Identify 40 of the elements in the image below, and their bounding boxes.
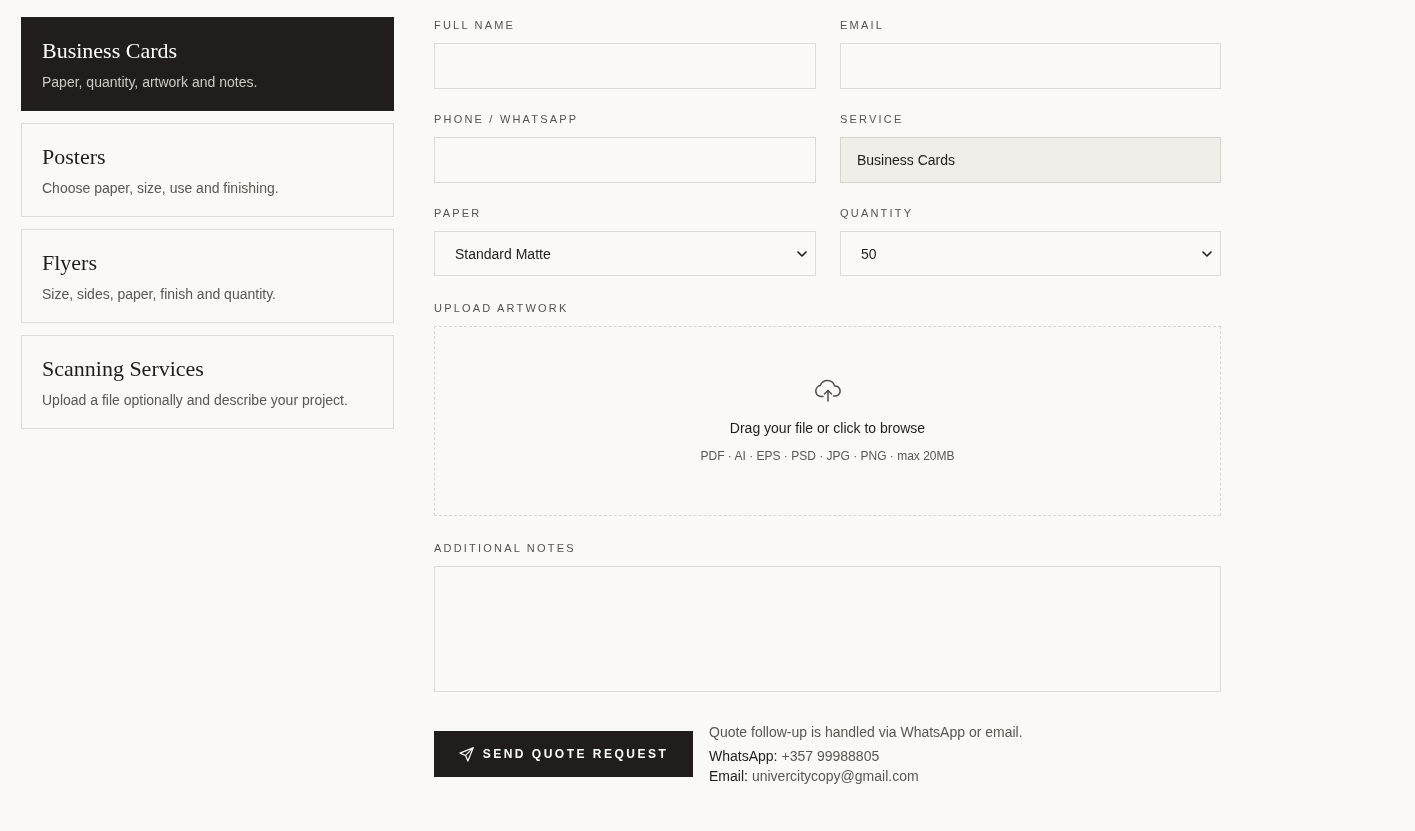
service-description: Choose paper, size, use and finishing. [42,179,280,197]
service-tab[interactable]: Scanning Services Upload a file optionally and describe your project. [21,335,394,429]
follow-up-note: Quote follow-up is handled via WhatsApp or email. [709,723,1023,742]
field-label: PAPER [434,206,483,220]
caret-icon [1202,250,1212,257]
readonly-field[interactable]: Business Cards [840,137,1221,183]
contact-label: WhatsApp: [709,747,778,766]
input-field[interactable] [840,43,1221,89]
service-tab[interactable]: Business Cards Paper, quantity, artwork and notes. [21,17,394,111]
field-label: ADDITIONAL NOTES [434,541,577,555]
service-title: Flyers [42,249,98,277]
cloud-upload-icon [813,378,842,402]
contact-label: Email: [709,767,748,786]
dropdown-field[interactable]: 50 [840,231,1221,276]
service-tab[interactable]: Flyers Size, sides, paper, finish and quantity. [21,229,394,323]
paper-plane-icon [458,746,474,762]
upload-formats: PDF · AI · EPS · PSD · JPG · PNG · max 20MB [700,448,955,464]
service-title: Scanning Services [42,355,205,383]
field-label: QUANTITY [840,206,915,220]
contact-value: univercitycopy@gmail.com [751,767,919,786]
field-label: SERVICE [840,112,905,126]
service-description: Upload a file optionally and describe your project. [42,391,349,409]
service-description: Size, sides, paper, finish and quantity. [42,285,277,303]
service-title: Posters [42,143,107,171]
upload-dropzone[interactable]: Drag your file or click to browse PDF · AI · EPS · PSD · JPG · PNG · max 20MB [434,326,1221,516]
field-label: FULL NAME [434,18,517,32]
field-label: EMAIL [840,18,885,32]
caret-icon [797,250,807,257]
upload-prompt: Drag your file or click to browse [729,419,926,438]
field-label: PHONE / WHATSAPP [434,112,580,126]
service-description: Paper, quantity, artwork and notes. [42,73,259,91]
send-quote-button[interactable]: SEND QUOTE REQUEST [434,731,693,777]
service-title: Business Cards [42,37,179,65]
dropdown-field[interactable]: Standard Matte [434,231,816,276]
contact-value: +357 99988805 [781,747,880,766]
service-tab[interactable]: Posters Choose paper, size, use and finishing. [21,123,394,217]
notes-field[interactable] [434,566,1221,692]
input-field[interactable] [434,43,816,89]
input-field[interactable] [434,137,816,183]
field-label: UPLOAD ARTWORK [434,301,570,315]
